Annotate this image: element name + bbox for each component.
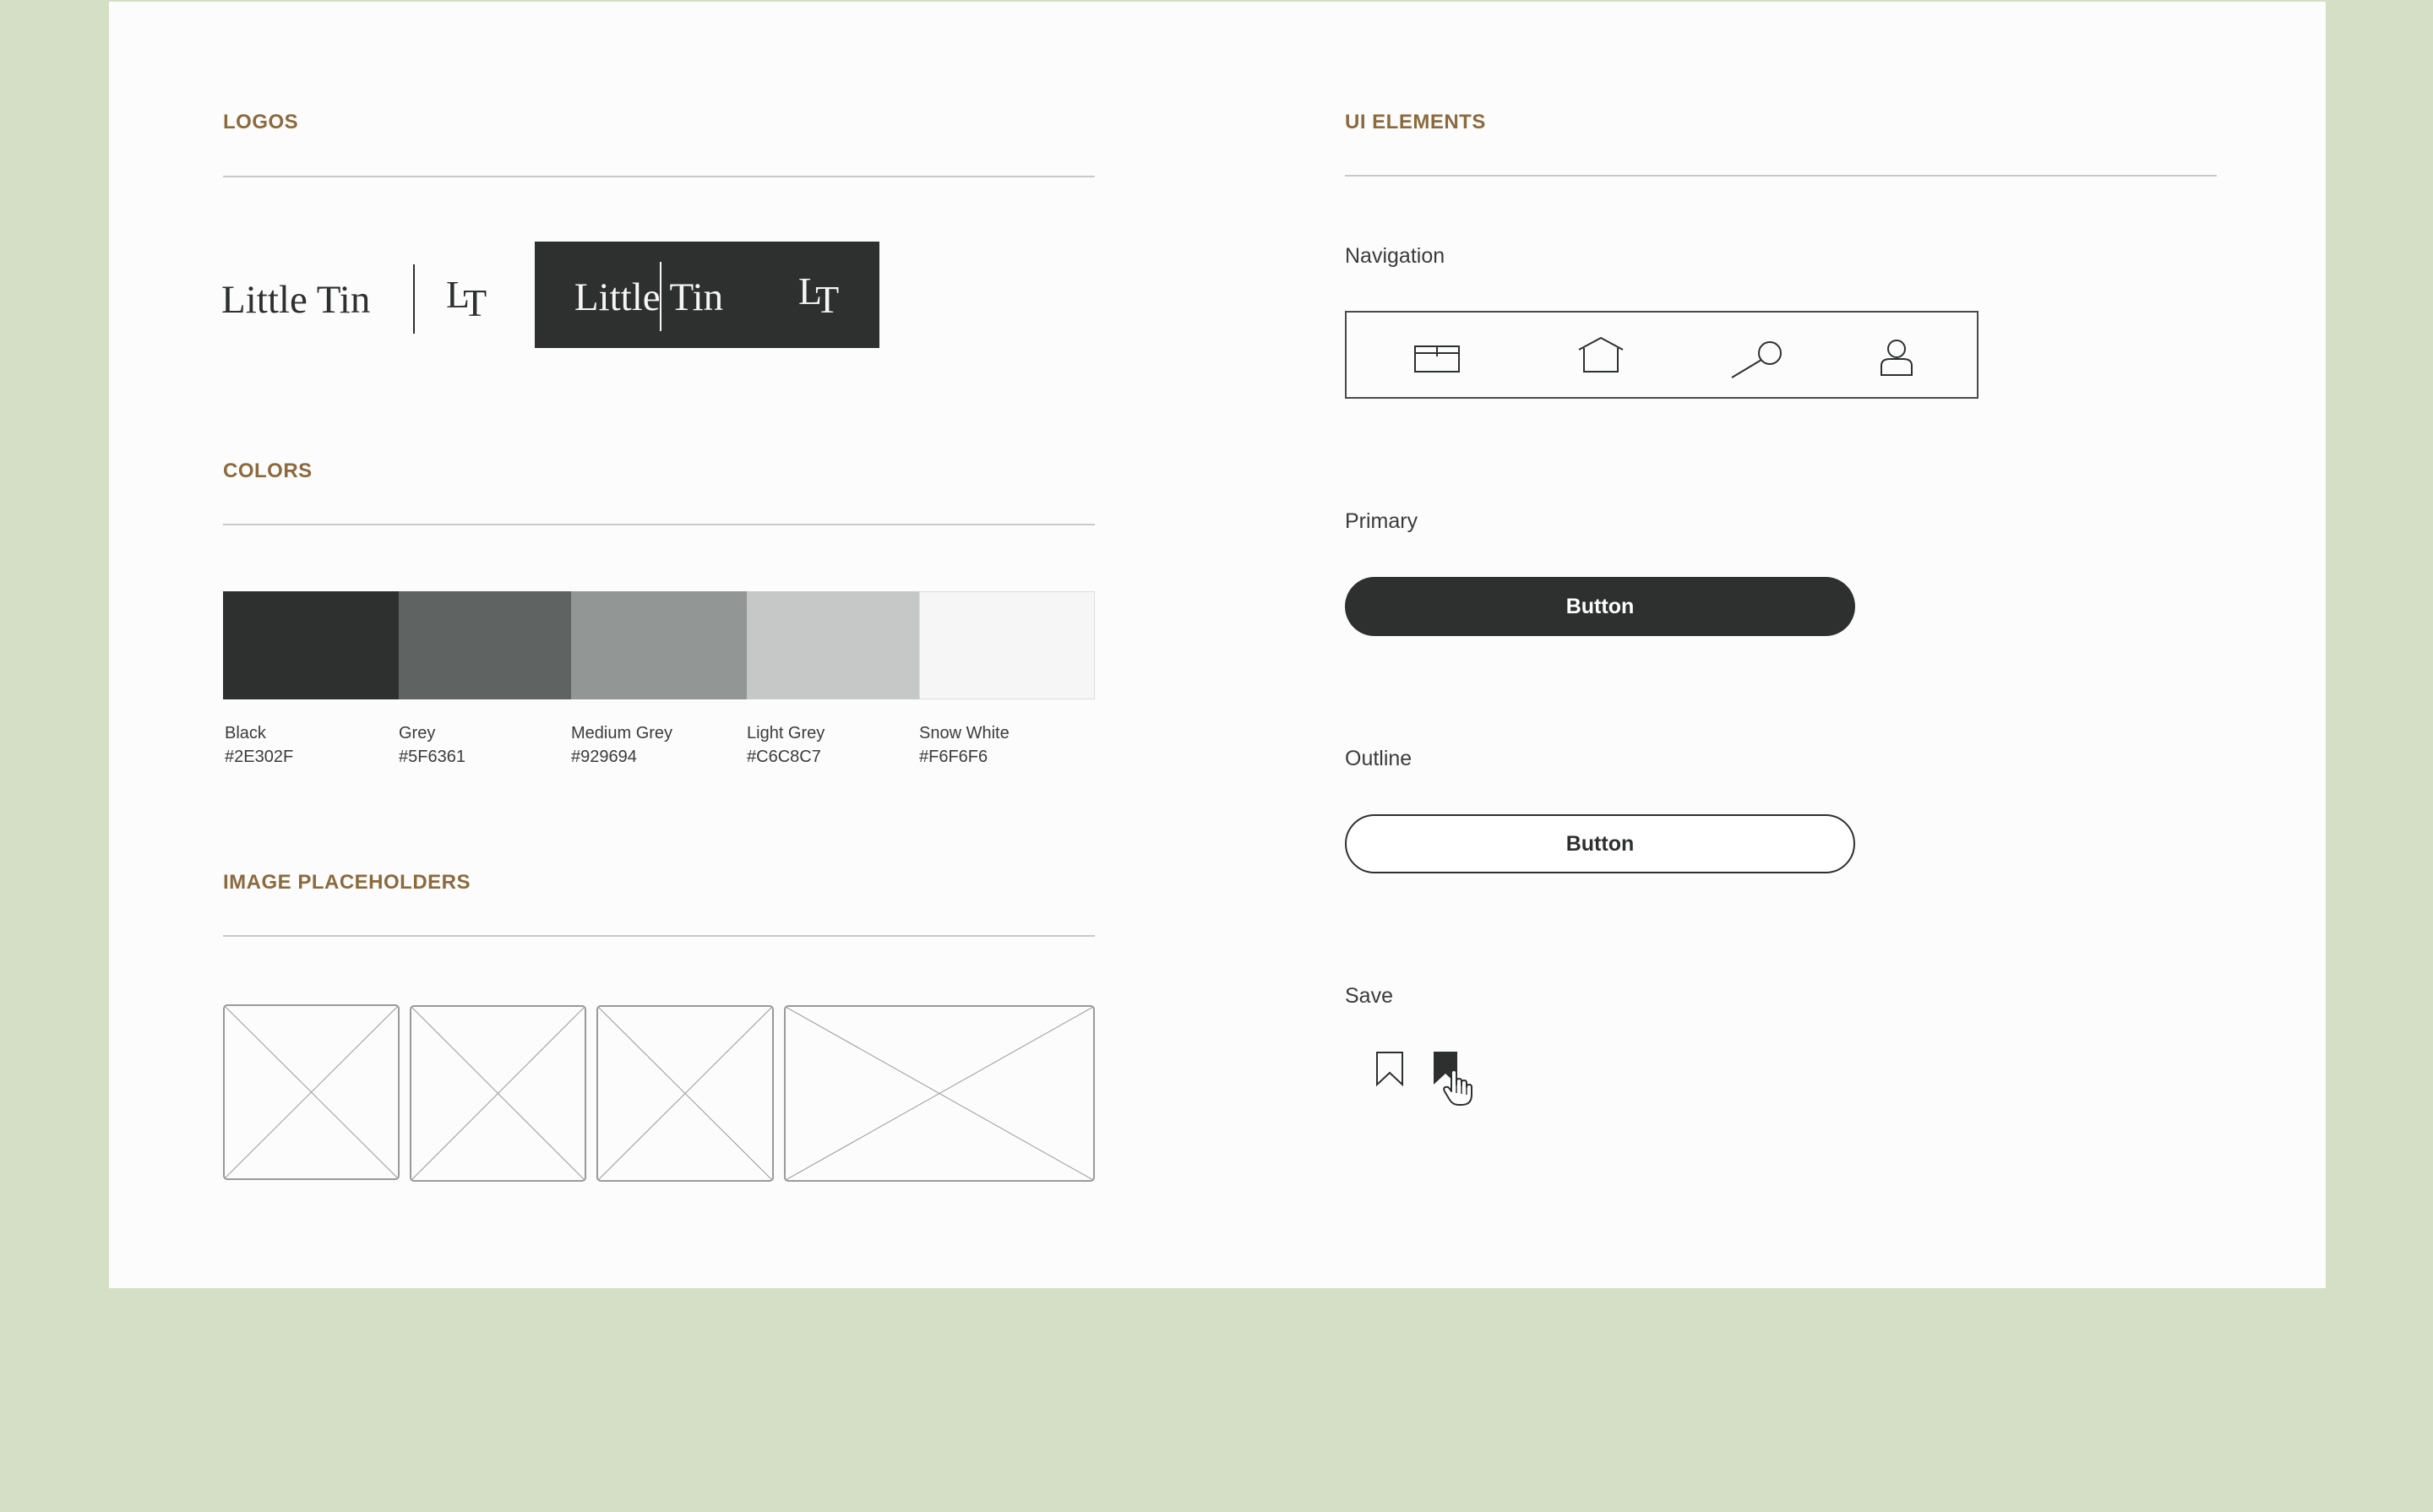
swatch-label: Snow White [919,724,1010,742]
image-placeholder [410,1005,586,1182]
image-placeholders-divider [223,935,1095,937]
image-placeholder-wide [784,1005,1095,1182]
logo-wordmark-dark: Little Tin [574,275,724,319]
navigation-bar [1345,311,1979,399]
logos-divider [223,176,1095,177]
swatch-label: Grey [399,724,436,742]
ui-elements-divider [1345,175,2217,177]
swatch-hex: #929694 [571,748,637,766]
primary-label: Primary [1345,509,1418,533]
logo-monogram: LT [446,273,487,324]
logo-divider-dark [660,262,661,331]
swatch-light-grey [747,591,919,699]
swatch-label: Light Grey [747,724,825,742]
navigation-label: Navigation [1345,244,1445,268]
swatch-label: Black [225,724,266,742]
image-placeholders-section-title: IMAGE PLACEHOLDERS [223,871,471,894]
outline-label: Outline [1345,747,1412,770]
ui-elements-section-title: UI ELEMENTS [1345,111,1486,133]
logo-monogram-dark: LT [798,269,840,321]
swatch-hex: #F6F6F6 [919,748,988,766]
box-icon[interactable] [1414,345,1460,373]
swatch-medium-grey [571,591,747,699]
save-label: Save [1345,984,1393,1008]
primary-button[interactable]: Button [1345,577,1855,636]
image-placeholder [223,1004,400,1180]
swatch-snow-white [919,591,1095,699]
user-icon[interactable] [1880,339,1913,376]
swatch-hex: #2E302F [225,748,294,766]
colors-divider [223,524,1095,525]
search-icon[interactable] [1730,341,1783,378]
swatch-black [223,591,399,699]
swatch-label: Medium Grey [571,724,673,742]
logo-wordmark: Little Tin [221,278,371,322]
logo-dark: Little Tin LT [535,242,879,348]
logos-section-title: LOGOS [223,111,299,133]
swatch-hex: #C6C8C7 [747,748,821,766]
swatch-hex: #5F6361 [399,748,465,766]
outline-button[interactable]: Button [1345,814,1855,873]
image-placeholder [596,1005,774,1182]
bookmark-outline-icon[interactable] [1375,1051,1404,1086]
colors-section-title: COLORS [223,460,313,482]
logo-divider [413,264,415,334]
hand-cursor-icon [1443,1069,1472,1106]
swatch-grey [399,591,571,699]
home-icon[interactable] [1577,336,1625,373]
